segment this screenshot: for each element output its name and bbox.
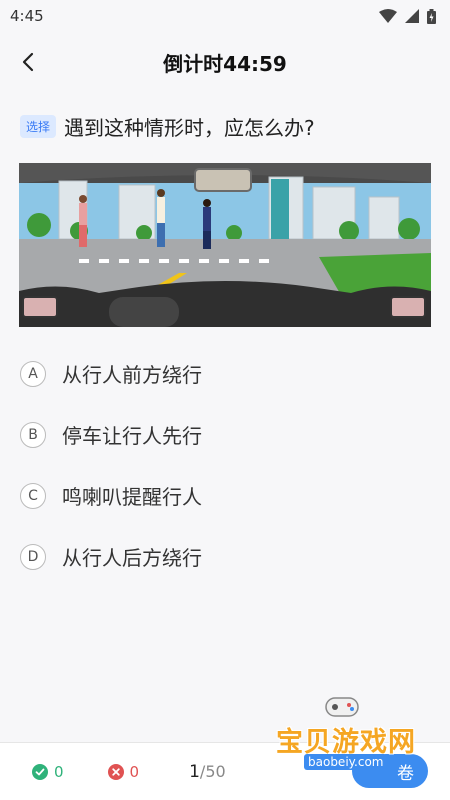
option-letter: C xyxy=(20,482,46,509)
option-text: 从行人后方绕行 xyxy=(62,546,202,570)
wifi-icon xyxy=(379,9,397,23)
question-text: 遇到这种情形时，应怎么办? xyxy=(64,116,315,140)
question-type-badge: 选择 xyxy=(20,115,57,138)
correct-count: 0 xyxy=(32,763,64,781)
wrong-count: 0 xyxy=(107,762,140,781)
option-text: 鸣喇叭提醒行人 xyxy=(62,485,202,509)
bottom-bar: 0 0 1/50 卷 xyxy=(0,742,450,800)
battery-icon xyxy=(427,8,436,24)
option-b[interactable]: B 停车让行人先行 xyxy=(0,404,450,465)
question: 选择 遇到这种情形时，应怎么办? xyxy=(0,112,450,141)
chevron-left-icon xyxy=(22,52,34,72)
option-letter: B xyxy=(20,421,46,448)
option-letter: D xyxy=(20,543,46,570)
options-list: A 从行人前方绕行 B 停车让行人先行 C 鸣喇叭提醒行人 D 从行人后方绕行 xyxy=(0,343,450,587)
wrong-count-value: 0 xyxy=(129,762,140,781)
back-button[interactable] xyxy=(14,48,42,76)
status-bar: 4:45 xyxy=(0,0,450,32)
signal-icon xyxy=(405,9,419,23)
countdown-title: 倒计时44:59 xyxy=(163,51,287,76)
question-image xyxy=(19,163,431,327)
total-questions: /50 xyxy=(199,761,226,781)
status-icons xyxy=(379,8,436,24)
x-circle-icon xyxy=(107,763,124,780)
option-text: 从行人前方绕行 xyxy=(62,363,202,387)
status-time: 4:45 xyxy=(10,7,44,25)
check-circle-icon xyxy=(32,763,48,780)
option-c[interactable]: C 鸣喇叭提醒行人 xyxy=(0,465,450,526)
submit-button[interactable]: 卷 xyxy=(352,754,428,788)
option-a[interactable]: A 从行人前方绕行 xyxy=(0,343,450,404)
question-progress[interactable]: 1/50 xyxy=(189,762,226,782)
option-letter: A xyxy=(20,360,46,387)
current-question-number: 1 xyxy=(189,761,200,782)
option-d[interactable]: D 从行人后方绕行 xyxy=(0,526,450,587)
option-text: 停车让行人先行 xyxy=(62,424,202,448)
correct-count-value: 0 xyxy=(54,762,64,781)
nav-bar: 倒计时44:59 xyxy=(0,32,450,92)
submit-button-label: 卷 xyxy=(397,763,414,784)
gamepad-icon xyxy=(325,697,359,717)
